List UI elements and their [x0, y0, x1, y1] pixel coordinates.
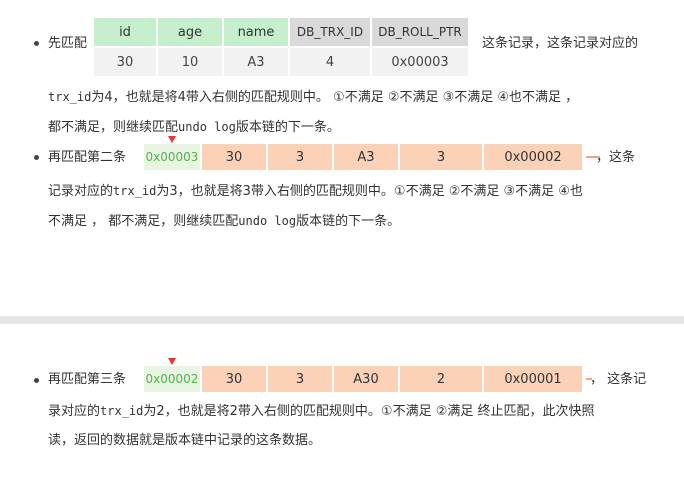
para2-line2-text1: 记录对应的: [48, 184, 114, 199]
header-name: name: [224, 18, 288, 46]
para1-line2-code: trx_id: [48, 90, 92, 104]
record-table: id age name DB_TRX_ID DB_ROLL_PTR 30 10 …: [92, 16, 470, 78]
para3-line2: 录对应的trx_id为2，也就是将2带入右侧的匹配规则中。①不满足 ②满足 终止…: [48, 403, 595, 420]
node2-cell-trx: 3: [400, 144, 482, 170]
para3-lead: 再匹配第三条: [48, 372, 127, 387]
version-chain-node-3: 0x00002 30 3 A30 2 0x00001: [144, 358, 592, 392]
para3-line2-code: trx_id: [100, 404, 144, 418]
bullet-2: [34, 155, 39, 160]
node2-cell-id: 30: [202, 144, 266, 170]
para1-line2-text: 为4，也就是将4带入右侧的匹配规则中。 ①不满足 ②不满足 ③不满足 ④也不满足…: [91, 90, 579, 105]
para2-lead: 再匹配第二条: [48, 150, 127, 165]
para2-tail: ，这条: [596, 150, 636, 165]
node2-cell-age: 3: [268, 144, 332, 170]
para3-tail: ， 这条记: [590, 372, 647, 387]
record-table-header-row: id age name DB_TRX_ID DB_ROLL_PTR: [94, 18, 468, 46]
section-divider: [0, 316, 684, 324]
para1-tail: 这条记录，这条记录对应的: [482, 36, 639, 51]
para3-line2-text1: 录对应的: [48, 404, 101, 419]
para1-line3: 都不满足，则继续匹配undo log版本链的下一条。: [48, 119, 340, 136]
content-section-2: 再匹配第三条 0x00002 30 3 A30 2 0x00001 ， 这条记 …: [0, 324, 684, 479]
para2-line2-text2: 为3，也就是将3带入右侧的匹配规则中。①不满足 ②不满足 ③不满足 ④也: [156, 184, 583, 199]
node3-trx-label: 0x00002: [145, 372, 199, 386]
record-table-value-row: 30 10 A3 4 0x00003: [94, 48, 468, 76]
header-id: id: [94, 18, 156, 46]
node3-cell-age: 3: [268, 366, 332, 392]
cell-id: 30: [94, 48, 156, 76]
node2-trx-id: 0x00003: [144, 136, 200, 170]
bullet-1: [34, 41, 39, 46]
para1-line3-code: undo log: [178, 120, 236, 134]
node3-cell-trx: 2: [400, 366, 482, 392]
node3-cell-id: 30: [202, 366, 266, 392]
node2-cell-roll-ptr: 0x00002: [484, 144, 582, 170]
cell-age: 10: [158, 48, 222, 76]
version-chain-node-2: 0x00003 30 3 A3 3 0x00002: [144, 136, 600, 170]
node3-cell-name: A30: [334, 366, 398, 392]
header-age: age: [158, 18, 222, 46]
para1-line3-text2: 版本链的下一条。: [235, 120, 340, 135]
para2-line3-text2: 版本链的下一条。: [296, 214, 401, 229]
node3-trx-id: 0x00002: [144, 358, 200, 392]
header-db-trx-id: DB_TRX_ID: [290, 18, 370, 46]
node3-cell-roll-ptr: 0x00001: [484, 366, 582, 392]
para2-line3-code: undo log: [238, 214, 297, 228]
para3-line2-text2: 为2，也就是将2带入右侧的匹配规则中。①不满足 ②满足 终止匹配，此次快照: [143, 404, 595, 419]
para2-line2-code: trx_id: [113, 184, 157, 198]
para2-line3: 不满足 ， 都不满足，则继续匹配undo log版本链的下一条。: [48, 213, 400, 230]
pointer-arrow-icon: [168, 136, 176, 143]
para1-line2: trx_id为4，也就是将4带入右侧的匹配规则中。 ①不满足 ②不满足 ③不满足…: [48, 89, 578, 106]
content-section-1: 先匹配 id age name DB_TRX_ID DB_ROLL_PTR 30…: [0, 0, 684, 316]
cell-db-trx-id: 4: [290, 48, 370, 76]
para1-lead: 先匹配: [48, 36, 88, 51]
para2-line3-text1: 不满足 ， 都不满足，则继续匹配: [48, 214, 239, 229]
para2-line2: 记录对应的trx_id为3，也就是将3带入右侧的匹配规则中。①不满足 ②不满足 …: [48, 183, 583, 200]
pointer-arrow-icon: [168, 358, 176, 365]
node2-cell-name: A3: [334, 144, 398, 170]
bullet-3: [34, 378, 39, 383]
header-db-roll-ptr: DB_ROLL_PTR: [372, 18, 468, 46]
node2-trx-label: 0x00003: [145, 150, 199, 164]
cell-db-roll-ptr: 0x00003: [372, 48, 468, 76]
cell-name: A3: [224, 48, 288, 76]
para3-line3: 读，返回的数据就是版本链中记录的这条数据。: [48, 433, 322, 448]
para1-line3-text1: 都不满足，则继续匹配: [48, 120, 179, 135]
